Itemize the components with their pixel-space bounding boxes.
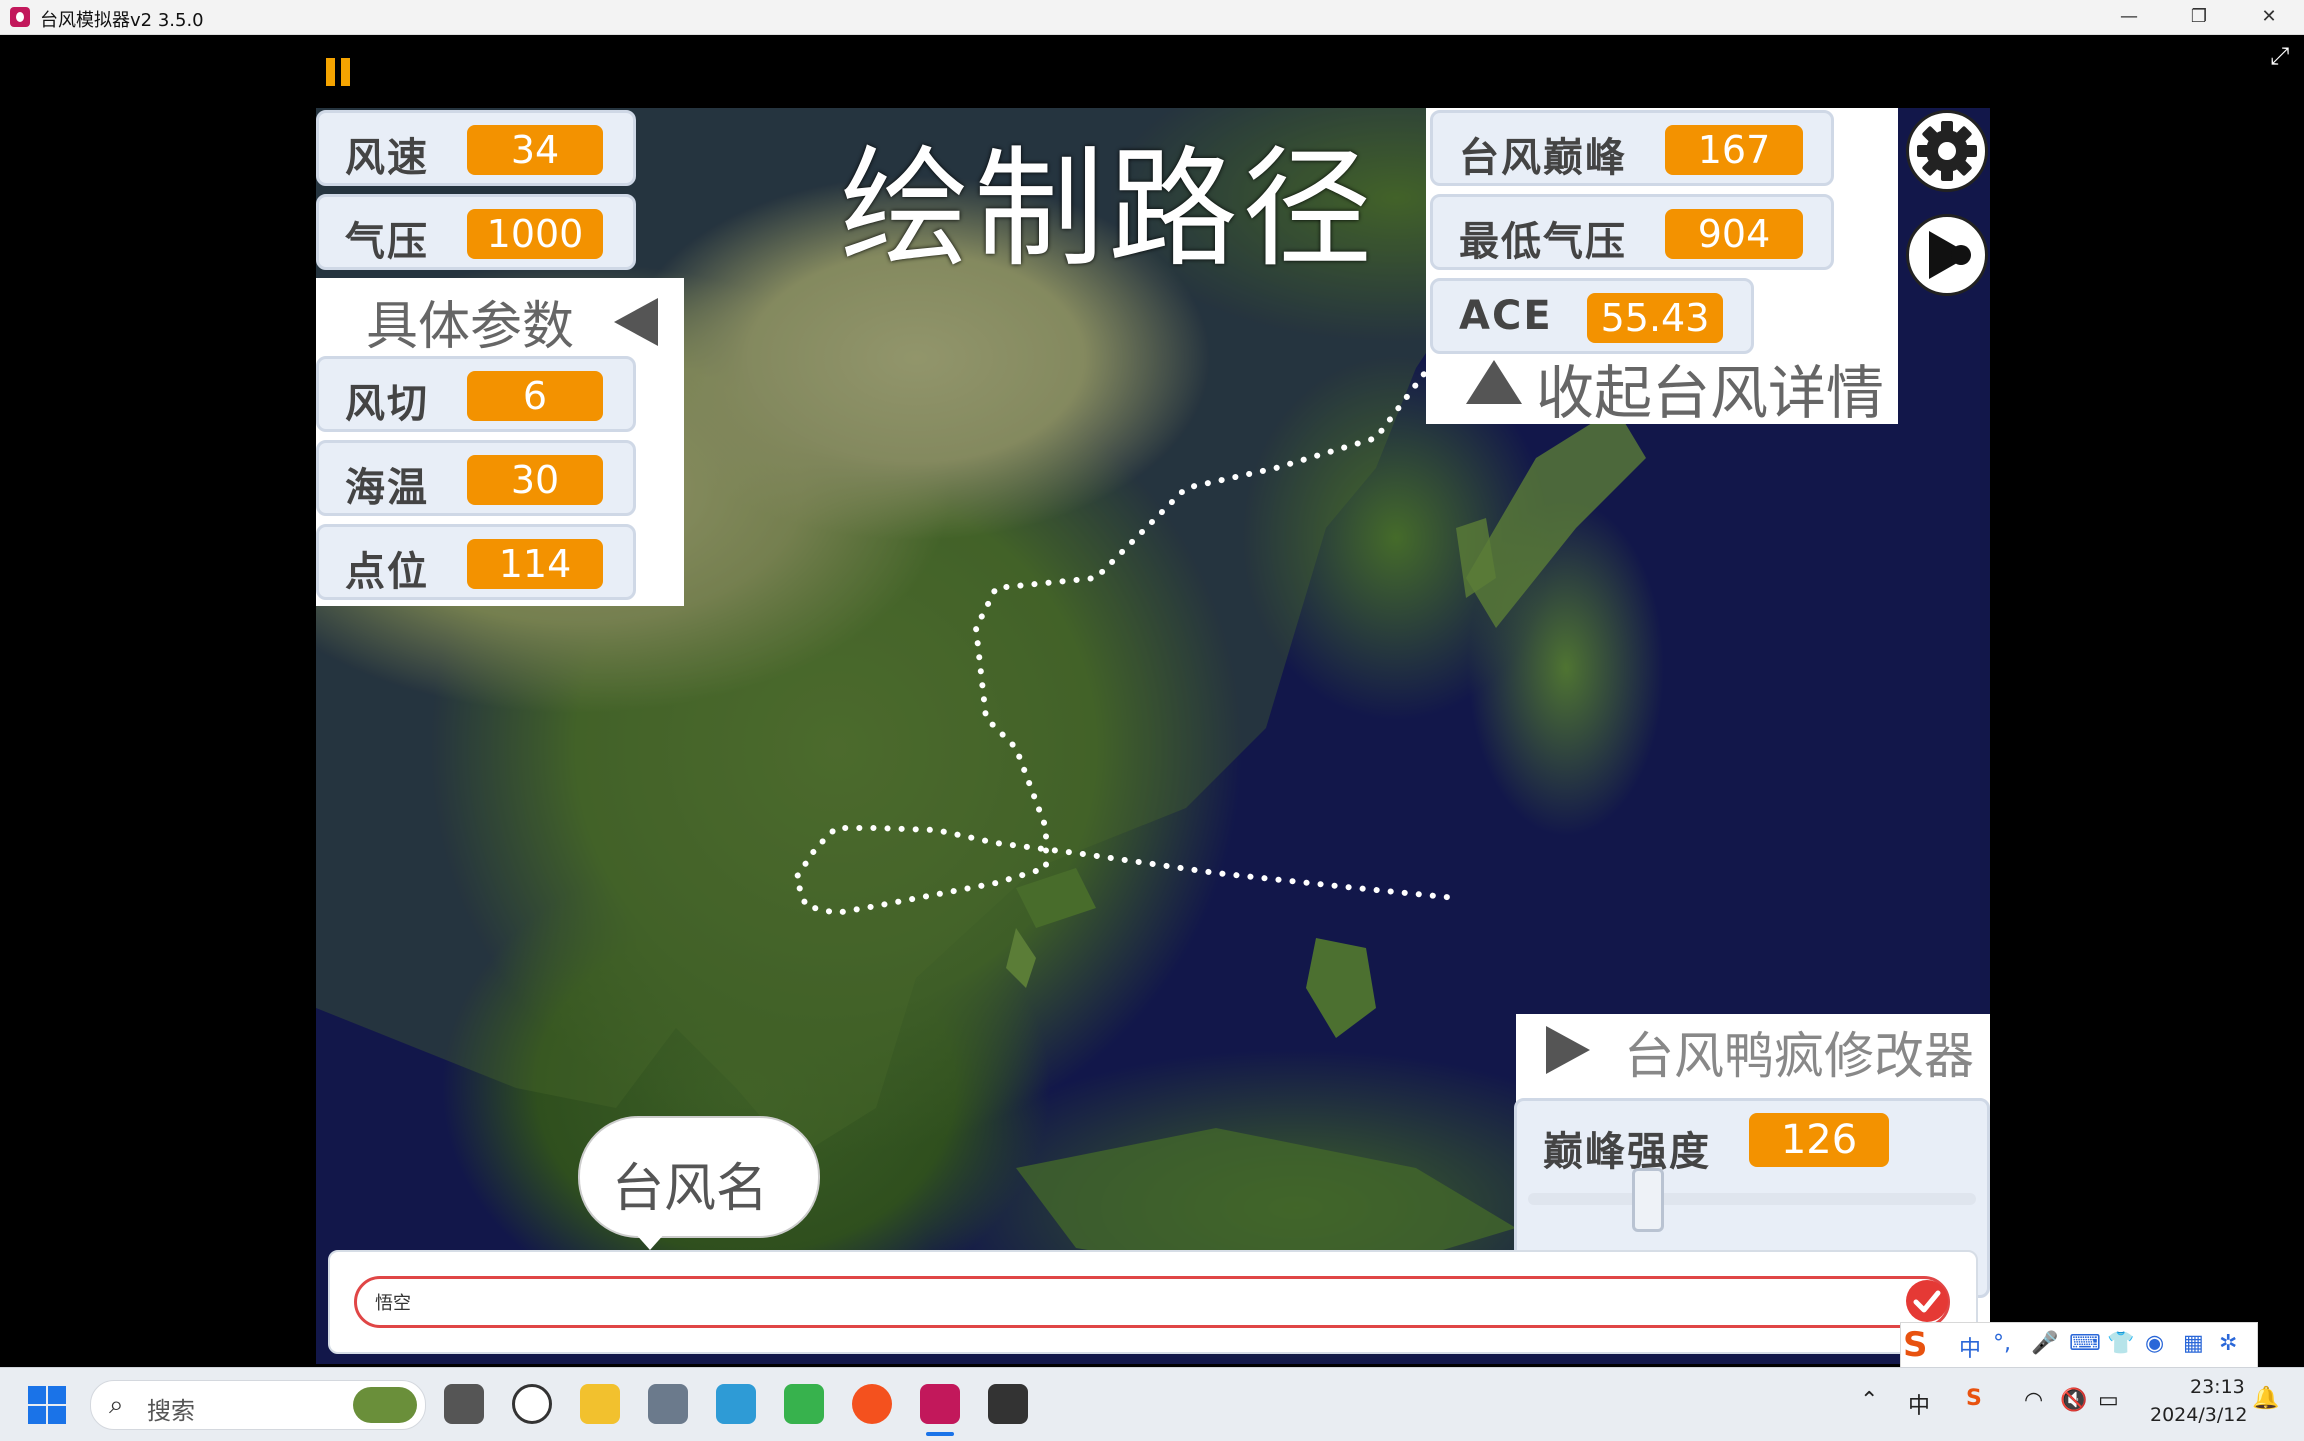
param-label: 海温 [345,465,429,511]
expand-right-icon [1546,1026,1590,1074]
bubble-text: 台风名 [612,1159,769,1219]
peak-label: 巅峰强度 [1543,1129,1711,1175]
microphone-icon[interactable]: 🎤 [2031,1331,2058,1356]
skin-icon[interactable]: 👕 [2107,1331,2134,1356]
check-icon [1913,1290,1941,1313]
capture-app-icon[interactable] [988,1384,1028,1424]
pause-icon[interactable] [326,58,352,86]
bubble-tail [634,1232,666,1250]
peak-slider[interactable] [1528,1193,1976,1205]
task-view-icon[interactable] [444,1384,484,1424]
play-sound-icon [1929,231,1971,279]
stat-value: 904 [1665,209,1803,259]
browser-icon[interactable] [852,1384,892,1424]
stat-label: 台风巅峰 [1459,135,1627,181]
typhoon-name-input[interactable] [354,1276,1950,1328]
peak-value: 126 [1749,1113,1889,1167]
ime-settings-icon[interactable]: ✲ [2219,1331,2237,1356]
param-point: 点位 114 [316,524,636,600]
confirm-button[interactable] [1906,1280,1948,1322]
stat-label: ACE [1459,293,1553,339]
peak-slider-thumb[interactable] [1632,1168,1664,1232]
robot-icon[interactable]: ◉ [2145,1331,2164,1356]
sogou-tray-icon[interactable]: S [1966,1386,1982,1411]
search-placeholder: 搜索 [147,1397,195,1425]
clock-date[interactable]: 2024/3/12 [2150,1404,2247,1426]
store-app-icon[interactable] [784,1384,824,1424]
search-icon: ⌕ [109,1390,124,1420]
param-value: 6 [467,371,603,421]
stat-label: 最低气压 [1459,219,1627,265]
ime-indicator[interactable]: 中 [1908,1388,1930,1420]
snipping-tool-icon[interactable] [716,1384,756,1424]
param-pressure: 气压 1000 [316,194,636,270]
volume-muted-icon[interactable]: 🔇 [2060,1388,2087,1413]
stat-value: 55.43 [1587,293,1723,343]
gear-icon [1917,121,1977,181]
search-highlight-image [353,1387,417,1423]
stat-ace: ACE 55.43 [1430,278,1754,354]
window-title-bar: 台风模拟器v2 3.5.0 — ❐ ✕ [0,0,2304,35]
tray-overflow-icon[interactable]: ⌃ [1860,1388,1878,1413]
param-value: 34 [467,125,603,175]
sound-button[interactable] [1906,214,1988,296]
param-label: 气压 [345,219,429,265]
restore-button[interactable]: ❐ [2164,0,2234,34]
param-label: 风切 [345,381,429,427]
param-label: 风速 [345,135,429,181]
sogou-icon: S [1903,1325,1928,1365]
param-label: 点位 [345,549,429,595]
keyboard-icon[interactable]: ⌨ [2069,1331,2101,1356]
collapse-label: 收起台风详情 [1536,359,1885,427]
stat-value: 167 [1665,125,1803,175]
taskbar: ⌕ 搜索 ⌃ 中 S ◠ 🔇 ▭ 23:13 2024/3/12 🔔 [0,1367,2304,1441]
notification-icon[interactable]: 🔔 [2252,1386,2279,1411]
ime-punct[interactable]: °, [1993,1331,2011,1356]
windows-start-icon[interactable] [28,1386,66,1424]
fullscreen-icon[interactable]: ⤢ [2270,44,2294,68]
typhoon-simulator-icon[interactable] [920,1384,960,1424]
taskbar-search[interactable]: ⌕ 搜索 [90,1380,426,1430]
ime-mode[interactable]: 中 [1959,1331,1981,1363]
dell-icon[interactable] [512,1384,552,1424]
param-sea-temp: 海温 30 [316,440,636,516]
collapse-left-icon[interactable] [614,298,658,346]
close-button[interactable]: ✕ [2234,0,2304,34]
modifier-title: 台风鸭疯修改器 [1624,1027,1974,1085]
grid-icon[interactable]: ▦ [2183,1331,2204,1356]
file-explorer-icon[interactable] [580,1384,620,1424]
param-value: 114 [467,539,603,589]
param-wind-speed: 风速 34 [316,110,636,186]
minimize-button[interactable]: — [2094,0,2164,34]
triangle-up-icon [1466,360,1522,404]
param-value: 1000 [467,209,603,259]
window-title: 台风模拟器v2 3.5.0 [40,10,204,31]
battery-icon[interactable]: ▭ [2098,1388,2119,1413]
ime-toolbar[interactable]: S 中 °, 🎤 ⌨ 👕 ◉ ▦ ✲ [1900,1322,2258,1370]
typhoon-name-bubble: 台风名 [578,1116,820,1250]
stat-peak: 台风巅峰 167 [1430,110,1834,186]
detail-params-header: 具体参数 [366,297,575,357]
stat-min-pressure: 最低气压 904 [1430,194,1834,270]
settings-button[interactable] [1906,110,1988,192]
active-app-indicator [926,1432,954,1436]
stage-title: 绘制路径 [840,133,1377,285]
param-value: 30 [467,455,603,505]
calculator-icon[interactable] [648,1384,688,1424]
app-icon [10,7,30,27]
param-wind-shear: 风切 6 [316,356,636,432]
clock-time[interactable]: 23:13 [2190,1376,2245,1398]
wifi-icon[interactable]: ◠ [2024,1388,2043,1413]
